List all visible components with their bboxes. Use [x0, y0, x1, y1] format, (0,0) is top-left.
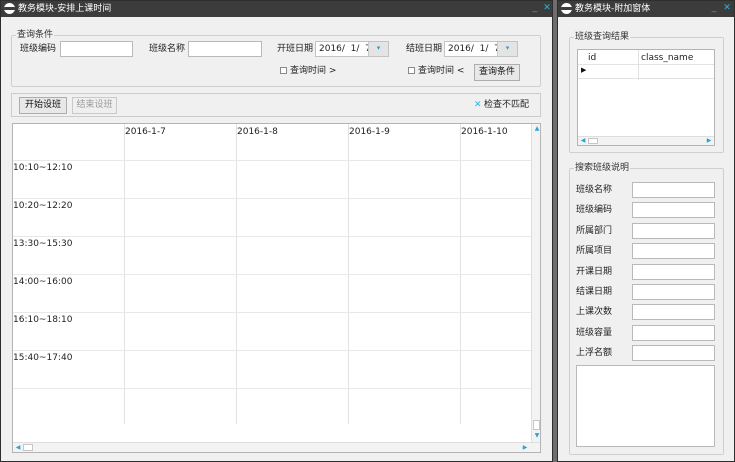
- time-slot-label[interactable]: 16:10~18:10: [13, 315, 72, 326]
- main-titlebar[interactable]: 教务模块-安排上课时间 _ ✕: [1, 1, 552, 17]
- end-date-label: 结班日期: [406, 44, 443, 54]
- time-slot-label[interactable]: 10:10~12:10: [13, 163, 72, 174]
- class-name-label: 班级名称: [149, 44, 186, 54]
- side-window: 教务模块-附加窗体 _ ✕ 班级查询结果 id class_name ▶ ◀ ▶…: [557, 0, 735, 462]
- query-legend: 查询条件: [16, 30, 55, 41]
- date-column-header[interactable]: 2016-1-10: [461, 127, 508, 138]
- query-time-lt-checkbox[interactable]: [408, 67, 415, 74]
- grid-row-line: [13, 198, 531, 199]
- detail-field-input[interactable]: [632, 324, 715, 341]
- query-button[interactable]: 查询条件: [474, 64, 520, 81]
- close-button[interactable]: ✕: [541, 2, 552, 15]
- start-date-value: 2016/ 1/ 7: [319, 44, 371, 54]
- detail-field-input[interactable]: [632, 284, 715, 300]
- date-column-header[interactable]: 2016-1-7: [125, 127, 166, 138]
- class-name-input[interactable]: [188, 41, 262, 57]
- detail-field-label: 班级名称: [576, 185, 613, 195]
- results-legend: 班级查询结果: [574, 32, 631, 43]
- row-selector-icon: ▶: [581, 66, 587, 74]
- close-button[interactable]: ✕: [721, 2, 733, 15]
- detail-field-label: 班级容量: [576, 327, 613, 338]
- results-column-class-name[interactable]: class_name: [641, 53, 693, 64]
- class-code-input[interactable]: [60, 41, 133, 57]
- vertical-scroll-thumb[interactable]: [533, 420, 540, 430]
- time-slot-label[interactable]: 10:20~12:20: [13, 201, 72, 212]
- minimize-button[interactable]: _: [529, 2, 541, 15]
- grid-row-line: [13, 388, 531, 389]
- main-window: 教务模块-安排上课时间 _ ✕ 查询条件 班级编码 班级名称 开班日期 2016…: [0, 0, 553, 462]
- app-logo-icon: [561, 3, 572, 14]
- scroll-right-icon[interactable]: ▶: [705, 137, 713, 145]
- horizontal-scroll-thumb[interactable]: [23, 444, 33, 451]
- scroll-up-icon[interactable]: ▲: [533, 125, 540, 133]
- detail-field-label: 所属项目: [576, 246, 613, 257]
- detail-field-label: 上浮名额: [576, 348, 613, 359]
- grid-row-line: [13, 236, 531, 237]
- end-date-picker[interactable]: 2016/ 1/ 7 ▾: [444, 41, 518, 57]
- time-slot-label[interactable]: 14:00~16:00: [13, 277, 72, 288]
- query-time-gt-checkbox[interactable]: [280, 67, 287, 74]
- detail-field-input[interactable]: [632, 263, 715, 280]
- results-grid[interactable]: id class_name ▶ ◀ ▶: [577, 49, 715, 146]
- check-mismatch-icon[interactable]: ✕: [474, 100, 482, 111]
- main-window-title: 教务模块-安排上课时间: [18, 4, 112, 14]
- date-column-header[interactable]: 2016-1-9: [349, 127, 390, 138]
- scroll-left-icon[interactable]: ◀: [579, 137, 587, 145]
- query-time-gt-label: 查询时间 >: [290, 66, 337, 76]
- app-logo-icon: [4, 3, 15, 14]
- detail-field-label: 结课日期: [576, 287, 613, 297]
- time-slot-label[interactable]: 13:30~15:30: [13, 239, 72, 250]
- schedule-grid[interactable]: 2016-1-7 2016-1-8 2016-1-9 2016-1-10 10:10~…: [12, 123, 541, 453]
- detail-field-input[interactable]: [632, 202, 715, 219]
- detail-field-label: 所属部门: [576, 225, 613, 236]
- query-time-lt-label: 查询时间 <: [418, 66, 465, 76]
- start-date-label: 开班日期: [277, 44, 314, 54]
- results-header-divider: [578, 64, 714, 65]
- start-date-picker[interactable]: 2016/ 1/ 7 ▾: [315, 41, 389, 57]
- scroll-down-icon[interactable]: ▼: [533, 432, 540, 440]
- results-column-id[interactable]: id: [588, 53, 596, 64]
- start-class-button[interactable]: 开始设班: [19, 97, 67, 114]
- grid-row-line: [13, 312, 531, 313]
- schedule-vertical-scrollbar[interactable]: ▲ ▼: [531, 124, 540, 442]
- schedule-horizontal-scrollbar[interactable]: ◀ ▶: [13, 442, 540, 452]
- chevron-down-icon[interactable]: ▾: [368, 42, 388, 56]
- scroll-left-icon[interactable]: ◀: [14, 444, 22, 452]
- minimize-button[interactable]: _: [708, 2, 720, 15]
- grid-row-line: [13, 350, 531, 351]
- time-slot-label[interactable]: 15:40~17:40: [13, 353, 72, 364]
- grid-row-line: [13, 274, 531, 275]
- notes-textarea[interactable]: [576, 365, 715, 447]
- class-code-label: 班级编码: [20, 44, 57, 54]
- chevron-down-icon[interactable]: ▾: [497, 42, 517, 56]
- check-mismatch-label[interactable]: 检查不匹配: [484, 100, 529, 111]
- horizontal-scroll-thumb[interactable]: [588, 138, 598, 144]
- results-column-divider: [638, 50, 639, 80]
- date-column-header[interactable]: 2016-1-8: [237, 127, 278, 138]
- grid-row-line: [13, 160, 531, 161]
- detail-field-label: 上课次数: [576, 307, 613, 318]
- detail-field-label: 开课日期: [576, 266, 613, 277]
- side-window-title: 教务模块-附加窗体: [575, 4, 651, 14]
- side-titlebar[interactable]: 教务模块-附加窗体 _ ✕: [558, 1, 734, 17]
- end-class-button[interactable]: 结束设班: [72, 97, 117, 114]
- end-date-value: 2016/ 1/ 7: [448, 44, 500, 54]
- detail-field-input[interactable]: [632, 345, 715, 362]
- details-legend: 搜索班级说明: [574, 163, 631, 174]
- detail-field-input[interactable]: [632, 222, 715, 239]
- detail-field-input[interactable]: [632, 304, 715, 321]
- results-horizontal-scrollbar[interactable]: ◀ ▶: [578, 136, 714, 145]
- detail-field-input[interactable]: [632, 243, 715, 260]
- results-row-divider: [578, 78, 714, 79]
- scroll-right-icon[interactable]: ▶: [521, 444, 529, 452]
- detail-field-input[interactable]: [632, 182, 715, 198]
- detail-field-label: 班级编码: [576, 205, 613, 216]
